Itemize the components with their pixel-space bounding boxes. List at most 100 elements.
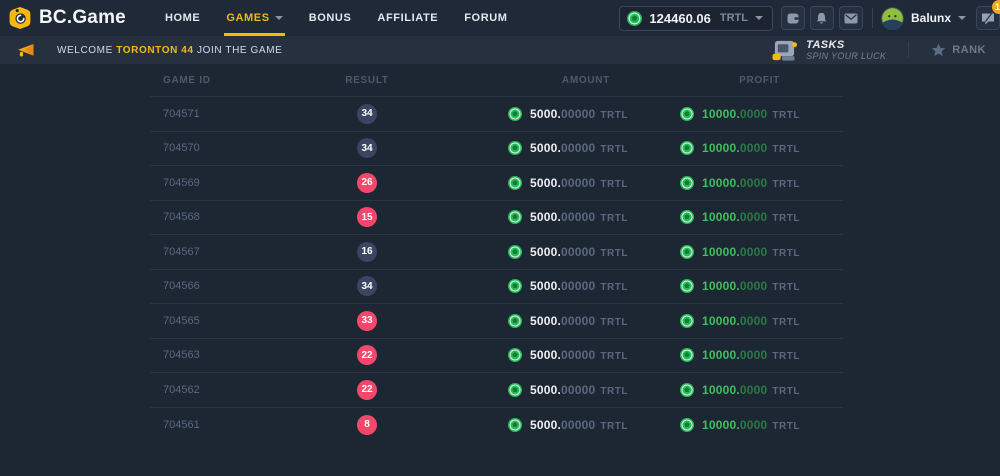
game-id: 704566 — [150, 280, 310, 292]
profit-value: 10000.0000TRTL — [702, 348, 800, 362]
result-badge: 26 — [357, 173, 377, 193]
amount-cell: 5000.00000TRTL — [424, 348, 614, 362]
tasks-subtitle: SPIN YOUR LUCK — [806, 51, 886, 61]
wallet-button[interactable] — [781, 6, 805, 30]
topbar-divider — [872, 8, 873, 28]
profit-currency: TRTL — [772, 179, 800, 190]
trtl-coin-icon — [680, 279, 694, 293]
result-cell: 22 — [310, 345, 424, 365]
bcgame-logo-icon — [8, 6, 32, 30]
tasks-button[interactable]: TASKS SPIN YOUR LUCK — [771, 39, 886, 62]
profit-value: 10000.0000TRTL — [702, 107, 800, 121]
slot-machine-icon — [771, 39, 798, 62]
logo-text: BC.Game — [39, 7, 126, 29]
trtl-coin-icon — [508, 348, 522, 362]
profit-value: 10000.0000TRTL — [702, 279, 800, 293]
trtl-coin-icon — [508, 176, 522, 190]
profit-cell: 10000.0000TRTL — [614, 418, 843, 432]
table-row[interactable]: 704565 33 5000.00000TRTL 10 — [150, 304, 843, 339]
trtl-coin-icon — [680, 383, 694, 397]
result-badge: 34 — [357, 276, 377, 296]
result-badge: 15 — [357, 207, 377, 227]
table-row[interactable]: 704570 34 5000.00000TRTL 10 — [150, 132, 843, 167]
balance-selector[interactable]: 124460.06 TRTL — [619, 6, 773, 31]
nav-games[interactable]: GAMES — [213, 0, 295, 36]
profit-value: 10000.0000TRTL — [702, 245, 800, 259]
balance-amount: 124460.06 — [649, 11, 710, 26]
table-row[interactable]: 704569 26 5000.00000TRTL 10 — [150, 166, 843, 201]
nav-forum[interactable]: FORUM — [451, 0, 520, 36]
table-header-row: GAME ID RESULT AMOUNT PROFIT — [150, 64, 843, 97]
result-cell: 15 — [310, 207, 424, 227]
table-body: 704571 34 5000.00000TRTL 10 — [150, 97, 843, 442]
profit-currency: TRTL — [772, 351, 800, 362]
amount-cell: 5000.00000TRTL — [424, 245, 614, 259]
profit-currency: TRTL — [772, 282, 800, 293]
trtl-coin-icon — [508, 107, 522, 121]
trtl-coin-icon — [680, 348, 694, 362]
tasks-title: TASKS — [806, 39, 886, 52]
result-badge: 22 — [357, 345, 377, 365]
nav-bonus[interactable]: BONUS — [296, 0, 365, 36]
trtl-coin-icon — [508, 245, 522, 259]
profit-cell: 10000.0000TRTL — [614, 245, 843, 259]
profit-currency: TRTL — [772, 421, 800, 432]
trtl-coin-icon — [508, 141, 522, 155]
amount-cell: 5000.00000TRTL — [424, 107, 614, 121]
avatar — [881, 7, 904, 30]
rank-button[interactable]: RANK — [931, 43, 986, 57]
column-header-amount: AMOUNT — [424, 75, 614, 86]
trtl-coin-icon — [508, 383, 522, 397]
amount-cell: 5000.00000TRTL — [424, 279, 614, 293]
game-id: 704569 — [150, 177, 310, 189]
notifications-button[interactable] — [810, 6, 834, 30]
result-cell: 26 — [310, 173, 424, 193]
user-name: Balunx — [911, 11, 951, 25]
chevron-down-icon — [958, 16, 966, 20]
nav-home[interactable]: HOME — [152, 0, 213, 36]
top-navigation-bar: BC.Game HOME GAMES BONUS AFFILIATE FORUM… — [0, 0, 1000, 36]
amount-cell: 5000.00000TRTL — [424, 210, 614, 224]
amount-cell: 5000.00000TRTL — [424, 383, 614, 397]
result-badge: 8 — [357, 415, 377, 435]
table-row[interactable]: 704567 16 5000.00000TRTL 10 — [150, 235, 843, 270]
profit-value: 10000.0000TRTL — [702, 383, 800, 397]
result-cell: 8 — [310, 415, 424, 435]
result-cell: 34 — [310, 138, 424, 158]
profit-currency: TRTL — [772, 386, 800, 397]
profit-cell: 10000.0000TRTL — [614, 279, 843, 293]
main-nav: HOME GAMES BONUS AFFILIATE FORUM — [152, 0, 521, 36]
profit-cell: 10000.0000TRTL — [614, 383, 843, 397]
balance-currency: TRTL — [720, 12, 748, 24]
trtl-coin-icon — [680, 314, 694, 328]
chevron-down-icon — [755, 16, 763, 20]
table-row[interactable]: 704562 22 5000.00000TRTL 10 — [150, 373, 843, 408]
profit-value: 10000.0000TRTL — [702, 418, 800, 432]
result-cell: 34 — [310, 276, 424, 296]
table-row[interactable]: 704571 34 5000.00000TRTL 10 — [150, 97, 843, 132]
nav-affiliate[interactable]: AFFILIATE — [364, 0, 451, 36]
profit-cell: 10000.0000TRTL — [614, 314, 843, 328]
amount-cell: 5000.00000TRTL — [424, 418, 614, 432]
result-cell: 34 — [310, 104, 424, 124]
tasks-text: TASKS SPIN YOUR LUCK — [806, 39, 886, 62]
messages-button[interactable] — [839, 6, 863, 30]
result-badge: 33 — [357, 311, 377, 331]
chat-button[interactable]: 10 — [976, 6, 1000, 30]
bcgame-logo[interactable]: BC.Game — [8, 6, 126, 30]
topbar-right: 124460.06 TRTL — [619, 0, 1000, 36]
profit-value: 10000.0000TRTL — [702, 141, 800, 155]
table-row[interactable]: 704568 15 5000.00000TRTL 10 — [150, 201, 843, 236]
trtl-coin-icon — [680, 245, 694, 259]
table-row[interactable]: 704566 34 5000.00000TRTL 10 — [150, 270, 843, 305]
amount-cell: 5000.00000TRTL — [424, 176, 614, 190]
result-badge: 22 — [357, 380, 377, 400]
user-menu[interactable]: Balunx — [881, 7, 966, 30]
trtl-coin-icon — [508, 210, 522, 224]
game-id: 704563 — [150, 349, 310, 361]
table-row[interactable]: 704563 22 5000.00000TRTL 10 — [150, 339, 843, 374]
result-badge: 34 — [357, 138, 377, 158]
profit-currency: TRTL — [772, 110, 800, 121]
trtl-coin-icon — [680, 141, 694, 155]
table-row[interactable]: 704561 8 5000.00000TRTL 100 — [150, 408, 843, 443]
